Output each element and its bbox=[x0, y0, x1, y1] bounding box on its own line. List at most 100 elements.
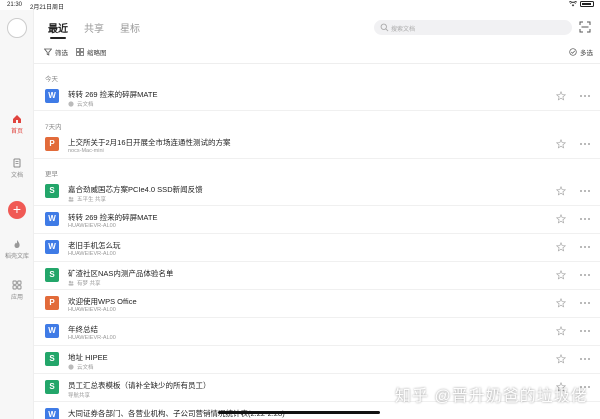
file-row[interactable]: P 上交所关于2月16日开展全市场连通性测试的方案 nocs-Mac-mini bbox=[34, 131, 600, 159]
star-icon[interactable] bbox=[556, 91, 566, 101]
file-row[interactable]: S 矿渣社区NAS内测产品体验名单 有梦 共享 bbox=[34, 262, 600, 290]
file-title: 欢迎使用WPS Office bbox=[68, 297, 137, 306]
section-today: 今天 bbox=[45, 76, 58, 83]
file-title: 转转 269 捡来的碎屏MATE bbox=[68, 90, 158, 99]
grid-icon bbox=[76, 48, 84, 56]
status-icons bbox=[569, 1, 594, 7]
sheet-file-icon: S bbox=[45, 380, 59, 394]
filter-button[interactable]: 筛选 bbox=[44, 47, 68, 57]
sidebar-item-home[interactable]: 首页 bbox=[0, 114, 34, 135]
section-earlier: 更早 bbox=[45, 171, 58, 178]
file-row[interactable]: S 地址 HIPEE 云文档 bbox=[34, 346, 600, 374]
more-icon[interactable] bbox=[579, 270, 591, 280]
file-row[interactable]: W 老旧手机怎么玩 HUAWEIEVR-AL00 bbox=[34, 234, 600, 262]
file-title: 矿渣社区NAS内测产品体验名单 bbox=[68, 269, 174, 278]
section-week: 7天内 bbox=[45, 124, 62, 131]
ppt-file-icon: P bbox=[45, 296, 59, 310]
more-icon[interactable] bbox=[579, 354, 591, 364]
sidebar-item-label: 首页 bbox=[10, 129, 23, 135]
star-icon[interactable] bbox=[556, 139, 566, 149]
file-meta: 导航共享 bbox=[68, 391, 90, 399]
more-icon[interactable] bbox=[579, 326, 591, 336]
sidebar-item-docer[interactable]: 稻壳文库 bbox=[0, 239, 34, 260]
file-location: HUAWEIEVR-AL00 bbox=[68, 223, 116, 229]
thumbnail-button[interactable]: 缩略图 bbox=[76, 47, 107, 57]
scan-icon[interactable] bbox=[579, 21, 591, 33]
star-icon[interactable] bbox=[556, 354, 566, 364]
sheet-file-icon: S bbox=[45, 268, 59, 282]
add-button[interactable]: + bbox=[8, 201, 26, 219]
flame-icon bbox=[14, 240, 20, 248]
word-file-icon: W bbox=[45, 89, 59, 103]
status-bar: 21:30 2月21日周日 bbox=[0, 0, 600, 11]
file-row[interactable]: P 欢迎使用WPS Office HUAWEIEVR-AL00 bbox=[34, 290, 600, 318]
sidebar-item-apps[interactable]: 应用 bbox=[0, 280, 34, 301]
file-location: 导航共享 bbox=[68, 393, 91, 399]
more-icon[interactable] bbox=[579, 298, 591, 308]
check-circle-icon bbox=[569, 48, 577, 56]
home-icon bbox=[13, 115, 21, 123]
file-row[interactable]: W 年终总结 HUAWEIEVR-AL00 bbox=[34, 318, 600, 346]
sidebar-item-documents[interactable]: 文档 bbox=[0, 158, 34, 179]
star-icon[interactable] bbox=[556, 186, 566, 196]
file-location: 五平生 共享 bbox=[77, 197, 107, 203]
file-meta: HUAWEIEVR-AL00 bbox=[68, 335, 116, 341]
search-input[interactable]: 搜索文档 bbox=[374, 20, 572, 35]
status-time: 21:30 bbox=[7, 2, 23, 8]
file-title: 年终总结 bbox=[68, 325, 98, 334]
file-location: nocs-Mac-mini bbox=[68, 148, 104, 154]
file-title: 上交所关于2月16日开展全市场连通性测试的方案 bbox=[68, 138, 231, 147]
file-location: 有梦 共享 bbox=[77, 281, 101, 287]
tab-recent[interactable]: 最近 bbox=[48, 20, 68, 39]
sidebar-item-label: 应用 bbox=[10, 295, 23, 301]
file-meta: 云文档 bbox=[68, 363, 94, 371]
ppt-file-icon: P bbox=[45, 137, 59, 151]
file-title: 地址 HIPEE bbox=[68, 353, 108, 362]
sheet-file-icon: S bbox=[45, 184, 59, 198]
home-indicator[interactable] bbox=[218, 411, 380, 414]
sheet-file-icon: S bbox=[45, 352, 59, 366]
file-meta: 云文档 bbox=[68, 100, 94, 108]
search-placeholder: 搜索文档 bbox=[391, 27, 416, 33]
avatar[interactable] bbox=[7, 18, 27, 38]
file-location: HUAWEIEVR-AL00 bbox=[68, 335, 116, 341]
divider bbox=[34, 63, 600, 64]
multiselect-label: 多选 bbox=[580, 50, 593, 57]
document-icon bbox=[13, 158, 21, 168]
star-icon[interactable] bbox=[556, 326, 566, 336]
filter-label: 筛选 bbox=[55, 50, 68, 57]
file-title: 员工汇总表模板（请补全缺少的所有员工） bbox=[68, 381, 211, 390]
word-file-icon: W bbox=[45, 240, 59, 254]
file-location: 云文档 bbox=[77, 102, 94, 108]
more-icon[interactable] bbox=[579, 214, 591, 224]
file-row[interactable]: W 转转 269 捡来的碎屏MATE 云文档 bbox=[34, 83, 600, 111]
star-icon[interactable] bbox=[556, 242, 566, 252]
watermark: 知乎 @晋升奶爸的垃圾佬 bbox=[395, 388, 588, 405]
file-title: 嘉合劲威国芯方案PCIe4.0 SSD新闻反馈 bbox=[68, 185, 203, 194]
word-file-icon: W bbox=[45, 408, 59, 419]
apps-icon bbox=[12, 280, 22, 290]
more-icon[interactable] bbox=[579, 139, 591, 149]
multiselect-button[interactable]: 多选 bbox=[569, 47, 593, 57]
word-file-icon: W bbox=[45, 324, 59, 338]
wifi-icon bbox=[569, 1, 577, 7]
file-meta: 五平生 共享 bbox=[68, 195, 106, 203]
file-meta: HUAWEIEVR-AL00 bbox=[68, 223, 116, 229]
more-icon[interactable] bbox=[579, 91, 591, 101]
main-content: 最近 共享 星标 搜索文档 筛选 缩略图 多选 今天 W 转转 269 捡来的碎… bbox=[34, 10, 600, 419]
file-row[interactable]: S 嘉合劲威国芯方案PCIe4.0 SSD新闻反馈 五平生 共享 bbox=[34, 178, 600, 206]
tab-bar: 最近 共享 星标 bbox=[48, 20, 140, 39]
tab-shared[interactable]: 共享 bbox=[84, 20, 104, 39]
file-row[interactable]: W 转转 269 捡来的碎屏MATE HUAWEIEVR-AL00 bbox=[34, 206, 600, 234]
star-icon[interactable] bbox=[556, 298, 566, 308]
tab-starred[interactable]: 星标 bbox=[120, 20, 140, 39]
more-icon[interactable] bbox=[579, 186, 591, 196]
file-meta: HUAWEIEVR-AL00 bbox=[68, 251, 116, 257]
star-icon[interactable] bbox=[556, 270, 566, 280]
more-icon[interactable] bbox=[579, 242, 591, 252]
cloud-icon bbox=[68, 364, 74, 370]
battery-icon bbox=[580, 1, 594, 7]
thumbnail-label: 缩略图 bbox=[87, 50, 107, 57]
sidebar-item-label: 文档 bbox=[10, 173, 23, 179]
star-icon[interactable] bbox=[556, 214, 566, 224]
